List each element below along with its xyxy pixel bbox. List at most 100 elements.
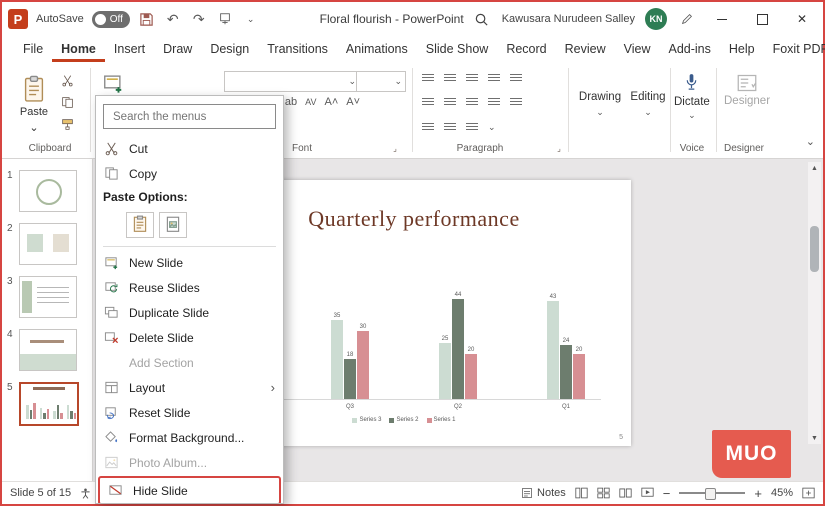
dictate-button[interactable]: Dictate ⌄ [674,72,710,121]
zoom-level[interactable]: 45% [771,487,793,499]
bar[interactable] [53,411,56,419]
menu-search-box[interactable] [103,104,276,129]
text-shadow-icon[interactable]: ab [285,96,297,108]
tab-animations[interactable]: Animations [337,38,417,62]
bar[interactable] [344,359,356,400]
paragraph-more-icon[interactable]: ⌄ [488,122,496,133]
format-painter-icon[interactable] [58,116,76,132]
slide-thumbnail-4[interactable] [19,329,77,371]
menu-item-copy[interactable]: Copy [96,161,283,186]
bar[interactable] [43,413,46,419]
font-dialog-launcher-icon[interactable]: ⌟ [386,140,404,156]
align-left-icon[interactable] [422,98,434,107]
tab-record[interactable]: Record [497,38,555,62]
accessibility-icon[interactable] [79,487,92,500]
decrease-font-icon[interactable]: A˅ [346,96,360,108]
bullets-icon[interactable] [422,74,434,83]
copy-icon[interactable] [58,94,76,110]
columns-icon[interactable] [510,98,522,107]
increase-font-icon[interactable]: A˄ [325,96,339,108]
undo-icon[interactable]: ↶ [164,9,182,29]
menu-item-duplicate-slide[interactable]: Duplicate Slide [96,300,283,325]
menu-item-new-slide[interactable]: New Slide [96,250,283,275]
slide-thumbnail-1[interactable] [19,170,77,212]
numbering-icon[interactable] [444,74,456,83]
tab-transitions[interactable]: Transitions [258,38,337,62]
zoom-in-icon[interactable]: + [754,486,762,501]
fit-to-window-icon[interactable] [802,487,815,499]
bar[interactable] [40,408,43,419]
bar[interactable] [357,331,369,400]
close-button[interactable]: ✕ [787,6,817,32]
tab-review[interactable]: Review [556,38,615,62]
bar[interactable] [60,413,63,419]
tab-foxit-pdf[interactable]: Foxit PDF [764,38,825,62]
scroll-up-icon[interactable]: ▲ [808,162,821,174]
bar[interactable] [331,320,343,401]
paste-keep-formatting-button[interactable] [126,212,154,238]
tab-help[interactable]: Help [720,38,764,62]
slide-thumbnail-5[interactable] [19,382,79,426]
bar[interactable] [560,345,572,400]
increase-indent-icon[interactable] [488,74,500,83]
maximize-button[interactable] [747,6,777,32]
justify-icon[interactable] [488,98,500,107]
user-name[interactable]: Kawusara Nurudeen Salley [502,13,635,25]
powerpoint-logo-icon[interactable]: P [8,9,28,29]
character-spacing-icon[interactable]: AV [305,97,316,107]
bar[interactable] [57,405,60,419]
menu-item-cut[interactable]: Cut [96,136,283,161]
line-spacing-icon[interactable] [422,123,434,132]
convert-smartart-icon[interactable] [466,123,478,132]
bar[interactable] [70,411,73,419]
bar[interactable] [67,405,70,419]
align-right-icon[interactable] [466,98,478,107]
bar[interactable] [573,354,585,400]
tab-add-ins[interactable]: Add-ins [659,38,719,62]
zoom-slider-thumb[interactable] [705,488,716,500]
menu-item-reuse-slides[interactable]: Reuse Slides [96,275,283,300]
tab-home[interactable]: Home [52,38,105,62]
zoom-slider[interactable] [679,492,745,494]
menu-item-reset-slide[interactable]: Reset Slide [96,400,283,425]
new-slide-icon[interactable] [100,70,126,96]
tab-draw[interactable]: Draw [154,38,201,62]
quick-access-dropdown-icon[interactable]: ⌄ [242,9,260,29]
bar[interactable] [33,403,36,419]
menu-item-hide-slide[interactable]: Hide Slide [98,476,281,504]
bar[interactable] [30,410,33,419]
menu-item-layout[interactable]: Layout› [96,375,283,400]
autosave-toggle[interactable]: Off [92,11,130,28]
tab-design[interactable]: Design [201,38,258,62]
tab-file[interactable]: File [14,38,52,62]
menu-item-delete-slide[interactable]: Delete Slide [96,325,283,350]
bar[interactable] [26,405,29,419]
bar[interactable] [547,301,559,400]
menu-item-format-background[interactable]: Format Background... [96,425,283,450]
vertical-scrollbar[interactable]: ▲ ▼ [808,162,821,444]
cut-icon[interactable] [58,72,76,88]
font-size-combo[interactable]: ⌄ [356,71,406,92]
quick-access-icon[interactable] [216,9,234,29]
align-center-icon[interactable] [444,98,456,107]
paragraph-dialog-launcher-icon[interactable]: ⌟ [550,140,568,156]
editing-button[interactable]: Editing ⌄ [622,74,674,134]
drawing-button[interactable]: Drawing ⌄ [574,74,626,134]
bar[interactable] [74,413,77,419]
tab-slide-show[interactable]: Slide Show [417,38,498,62]
slide-thumbnail-2[interactable] [19,223,77,265]
menu-search-input[interactable] [111,110,268,124]
bar[interactable] [452,299,464,400]
paste-picture-button[interactable] [159,212,187,238]
zoom-out-icon[interactable]: − [663,486,671,501]
save-icon[interactable] [138,9,156,29]
normal-view-icon[interactable] [575,487,588,499]
scrollbar-thumb[interactable] [810,226,819,272]
tab-view[interactable]: View [615,38,660,62]
text-direction-icon[interactable] [510,74,522,83]
scroll-down-icon[interactable]: ▼ [808,432,821,444]
notes-button[interactable]: Notes [521,487,566,499]
collapse-ribbon-icon[interactable]: ⌄ [806,135,815,148]
redo-icon[interactable]: ↷ [190,9,208,29]
paste-button[interactable]: Paste ⌄ [14,67,54,141]
